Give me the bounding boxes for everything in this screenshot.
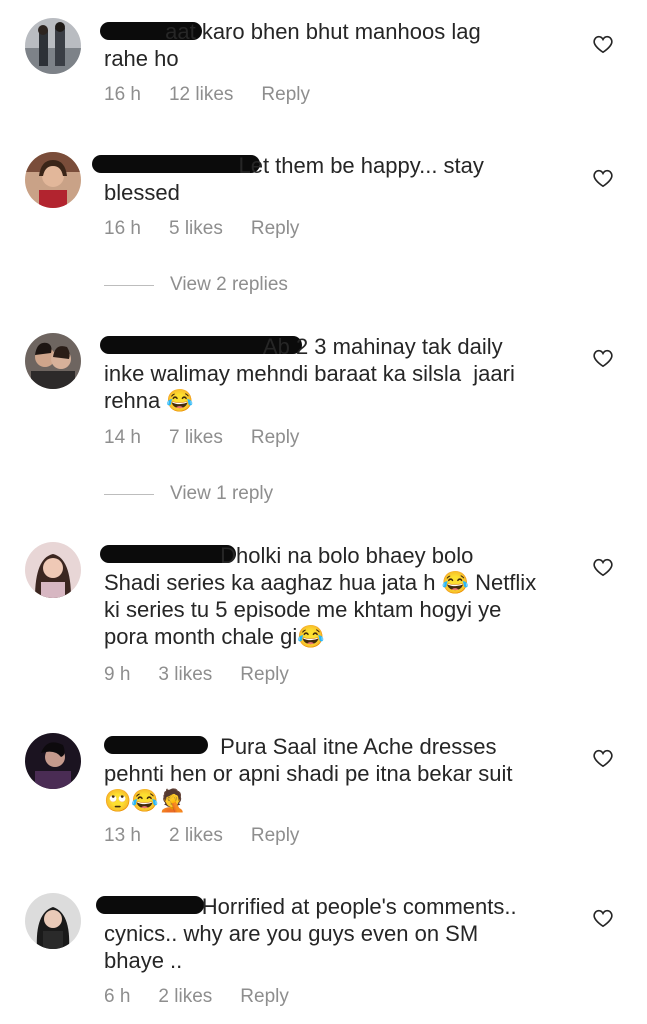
comment-text: Dholki na bolo bhaey bolo Shadi series k… xyxy=(104,543,537,649)
view-replies-label: View 1 reply xyxy=(170,483,274,504)
comment-likes[interactable]: 2 likes xyxy=(158,986,212,1007)
reply-button[interactable]: Reply xyxy=(240,664,289,685)
avatar[interactable] xyxy=(25,152,81,208)
comment-meta: 13 h 2 likes Reply xyxy=(104,825,327,847)
comment-text: Pura Saal itne Ache dresses pehnti hen o… xyxy=(104,734,513,813)
comment-text: Horrified at people's comments.. cynics.… xyxy=(104,894,517,973)
avatar[interactable] xyxy=(25,333,81,389)
avatar[interactable] xyxy=(25,542,81,598)
avatar[interactable] xyxy=(25,893,81,949)
avatar[interactable] xyxy=(25,733,81,789)
comment-meta: 16 h 12 likes Reply xyxy=(104,84,338,106)
comment-meta: 6 h 2 likes Reply xyxy=(104,986,317,1008)
heart-outline-icon[interactable] xyxy=(592,34,614,54)
divider xyxy=(104,284,154,286)
heart-outline-icon[interactable] xyxy=(592,348,614,368)
reply-button[interactable]: Reply xyxy=(261,84,310,105)
avatar[interactable] xyxy=(25,18,81,74)
view-replies-button[interactable]: View 1 reply xyxy=(104,483,273,505)
reply-button[interactable]: Reply xyxy=(251,427,300,448)
comment-likes[interactable]: 12 likes xyxy=(169,84,233,105)
heart-outline-icon[interactable] xyxy=(592,168,614,188)
comment-time: 6 h xyxy=(104,986,131,1007)
comment-likes[interactable]: 5 likes xyxy=(169,218,223,239)
divider xyxy=(104,493,154,495)
heart-outline-icon[interactable] xyxy=(592,557,614,577)
comment-text: aat karo bhen bhut manhoos lag rahe ho xyxy=(104,19,481,71)
comment-time: 16 h xyxy=(104,218,141,239)
comment-likes[interactable]: 2 likes xyxy=(169,825,223,846)
comment-time: 13 h xyxy=(104,825,141,846)
reply-button[interactable]: Reply xyxy=(240,986,289,1007)
comment-text: Let them be happy... stay blessed xyxy=(104,153,484,205)
heart-outline-icon[interactable] xyxy=(592,748,614,768)
comment-time: 9 h xyxy=(104,664,131,685)
comment-time: 16 h xyxy=(104,84,141,105)
heart-outline-icon[interactable] xyxy=(592,908,614,928)
comment-likes[interactable]: 7 likes xyxy=(169,427,223,448)
comment-likes[interactable]: 3 likes xyxy=(158,664,212,685)
reply-button[interactable]: Reply xyxy=(251,218,300,239)
comment-time: 14 h xyxy=(104,427,141,448)
reply-button[interactable]: Reply xyxy=(251,825,300,846)
view-replies-button[interactable]: View 2 replies xyxy=(104,274,288,296)
view-replies-label: View 2 replies xyxy=(170,274,288,295)
comment-meta: 9 h 3 likes Reply xyxy=(104,664,317,686)
comment-text: Ab 2 3 mahinay tak daily inke walimay me… xyxy=(104,334,515,413)
comment-meta: 14 h 7 likes Reply xyxy=(104,427,327,449)
comment-meta: 16 h 5 likes Reply xyxy=(104,218,327,240)
